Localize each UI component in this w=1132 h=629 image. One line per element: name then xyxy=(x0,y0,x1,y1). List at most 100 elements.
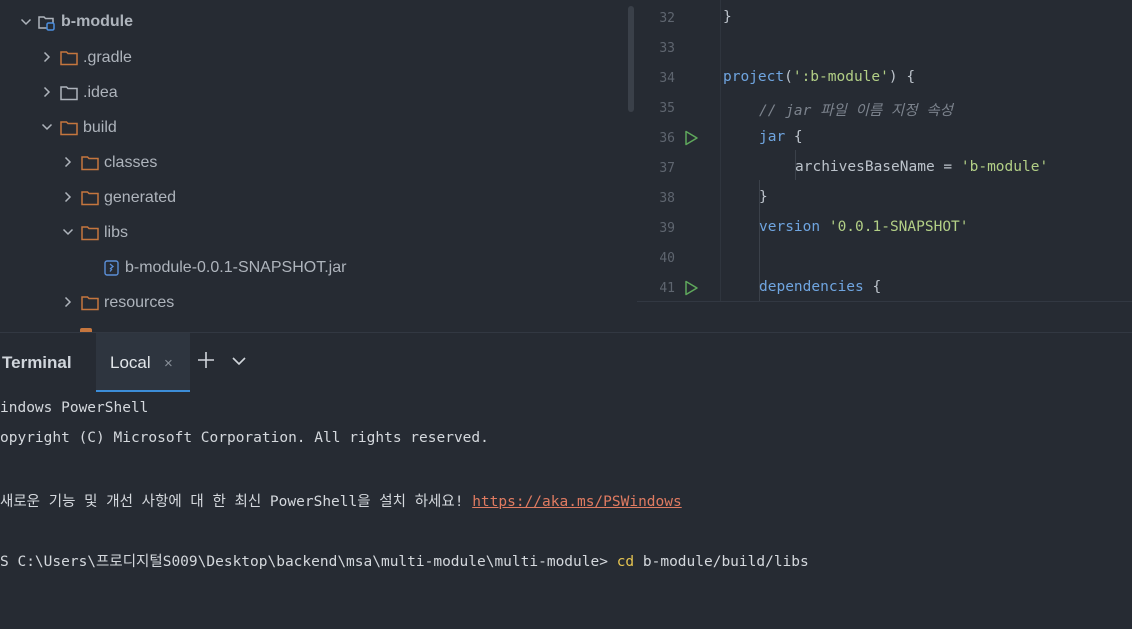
tree-item-label: .gradle xyxy=(83,49,132,66)
tree-item-label: b-module xyxy=(61,13,133,30)
tree-item-label: generated xyxy=(104,189,177,206)
folder-icon xyxy=(81,190,99,206)
terminal-line: 새로운 기능 및 개선 사항에 대 한 최신 PowerShell을 설치 하세… xyxy=(0,490,682,511)
chevron-down-icon[interactable] xyxy=(230,352,248,370)
terminal-line: S C:\Users\프로디지털S009\Desktop\backend\msa… xyxy=(0,550,809,571)
tree-item-generated[interactable]: generated xyxy=(0,180,630,215)
tree-item-label: libs xyxy=(104,224,129,241)
code-line-38: 38 } xyxy=(637,184,1132,214)
terminal-text: 새로운 기능 및 개선 사항에 대 한 최신 PowerShell을 설치 하세… xyxy=(0,494,473,510)
terminal-toolbar: Terminal Local × xyxy=(0,332,1132,393)
paren-token: ( xyxy=(784,69,793,85)
brace-token: { xyxy=(785,129,803,145)
chevron-down-icon[interactable] xyxy=(40,120,54,134)
string-token: '0.0.1-SNAPSHOT' xyxy=(828,219,969,235)
tree-item-gradle[interactable]: .gradle xyxy=(0,40,630,75)
chevron-right-icon[interactable] xyxy=(61,155,75,169)
brace: } xyxy=(723,9,732,25)
line-number: 40 xyxy=(659,251,675,266)
code-line-35: 35 // jar 파일 이름 지정 속성 xyxy=(637,94,1132,124)
folder-icon xyxy=(81,295,99,311)
tree-item-build[interactable]: build xyxy=(0,110,630,145)
tree-item-label: build xyxy=(83,119,117,136)
keyword-token: dependencies xyxy=(759,279,864,295)
code-line-40: 40 xyxy=(637,244,1132,274)
comment-token: // jar 파일 이름 지정 속성 xyxy=(759,103,954,119)
run-gutter-icon[interactable] xyxy=(683,280,699,296)
chevron-right-icon[interactable] xyxy=(40,50,54,64)
command-token: cd xyxy=(616,554,635,570)
chevron-right-icon[interactable] xyxy=(40,85,54,99)
function-token: project xyxy=(723,69,785,85)
tree-item-idea[interactable]: .idea xyxy=(0,75,630,110)
tree-item-libs[interactable]: libs xyxy=(0,215,630,250)
keyword-token: jar xyxy=(759,129,786,145)
brace-token: } xyxy=(759,189,768,205)
code-line-37: 37 archivesBaseName = 'b-module' xyxy=(637,154,1132,184)
ide-window: b-module .gradle .idea build classes gen… xyxy=(0,0,1132,629)
line-number: 38 xyxy=(659,191,675,206)
string-token: 'b-module' xyxy=(960,159,1049,175)
jar-file-icon xyxy=(104,260,122,276)
tree-item-label: resources xyxy=(104,294,175,311)
code-text: version '0.0.1-SNAPSHOT' xyxy=(759,219,969,235)
code-line-39: 39 version '0.0.1-SNAPSHOT' xyxy=(637,214,1132,244)
string-token: ':b-module' xyxy=(792,69,889,85)
tree-item-b-module[interactable]: b-module xyxy=(0,5,630,40)
folder-icon xyxy=(81,155,99,171)
code-text: jar { xyxy=(759,129,803,145)
code-line-34: 34 project(':b-module') { xyxy=(637,64,1132,94)
tree-item-resources[interactable]: resources xyxy=(0,285,630,320)
line-number: 41 xyxy=(659,281,675,296)
line-number: 37 xyxy=(659,161,675,176)
new-tab-button[interactable] xyxy=(196,349,216,371)
tree-scrollbar[interactable] xyxy=(628,6,634,112)
folder-icon xyxy=(81,225,99,241)
tree-item-label: .idea xyxy=(83,84,118,101)
line-number: 33 xyxy=(659,41,675,56)
command-args: b-module/build/libs xyxy=(634,554,809,570)
prompt-text: S C:\Users\프로디지털S009\Desktop\backend\msa… xyxy=(0,554,617,570)
tree-item-jar-file[interactable]: b-module-0.0.1-SNAPSHOT.jar xyxy=(0,250,630,285)
powershell-link[interactable]: https://aka.ms/PSWindows xyxy=(472,494,682,510)
line-number: 32 xyxy=(659,11,675,26)
chevron-right-icon[interactable] xyxy=(61,190,75,204)
keyword-token: version xyxy=(759,219,821,235)
tree-item-classes[interactable]: classes xyxy=(0,145,630,180)
line-number: 34 xyxy=(659,71,675,86)
terminal-line: indows PowerShell xyxy=(0,400,149,416)
terminal-title: Terminal xyxy=(2,353,72,372)
chevron-down-icon[interactable] xyxy=(61,225,75,239)
code-text: } xyxy=(723,9,732,25)
terminal-line: opyright (C) Microsoft Corporation. All … xyxy=(0,430,489,446)
close-icon[interactable]: × xyxy=(164,355,173,372)
code-line-41: 41 dependencies { xyxy=(637,274,1132,301)
code-line-36: 36 jar { xyxy=(637,124,1132,154)
run-gutter-icon[interactable] xyxy=(683,130,699,146)
folder-icon xyxy=(60,85,78,101)
folder-icon xyxy=(60,50,78,66)
editor-bottom-area xyxy=(637,301,1132,333)
line-number: 36 xyxy=(659,131,675,146)
code-line-32: 32 } xyxy=(637,4,1132,34)
module-folder-icon xyxy=(38,14,56,31)
line-number: 39 xyxy=(659,221,675,236)
tree-item-label: b-module-0.0.1-SNAPSHOT.jar xyxy=(125,259,347,276)
brace-token: ) { xyxy=(888,69,916,85)
code-text: } xyxy=(759,189,768,205)
folder-icon xyxy=(60,120,78,136)
terminal-output[interactable]: indows PowerShell opyright (C) Microsoft… xyxy=(0,392,1132,629)
chevron-down-icon[interactable] xyxy=(19,15,33,29)
tab-local[interactable]: Local × xyxy=(96,333,190,392)
code-line-33: 33 xyxy=(637,34,1132,64)
code-text: // jar 파일 이름 지정 속성 xyxy=(759,99,953,120)
code-text: dependencies { xyxy=(759,279,881,295)
code-text: archivesBaseName = 'b-module' xyxy=(795,159,1048,175)
property-token: archivesBaseName = xyxy=(795,159,961,175)
code-editor[interactable]: 32 } 33 34 project(':b-module') { 35 // … xyxy=(637,0,1132,301)
code-text: project(':b-module') { xyxy=(723,69,915,85)
chevron-right-icon[interactable] xyxy=(61,295,75,309)
brace-token: { xyxy=(863,279,882,295)
line-number: 35 xyxy=(659,101,675,116)
tab-label: Local xyxy=(110,353,151,372)
